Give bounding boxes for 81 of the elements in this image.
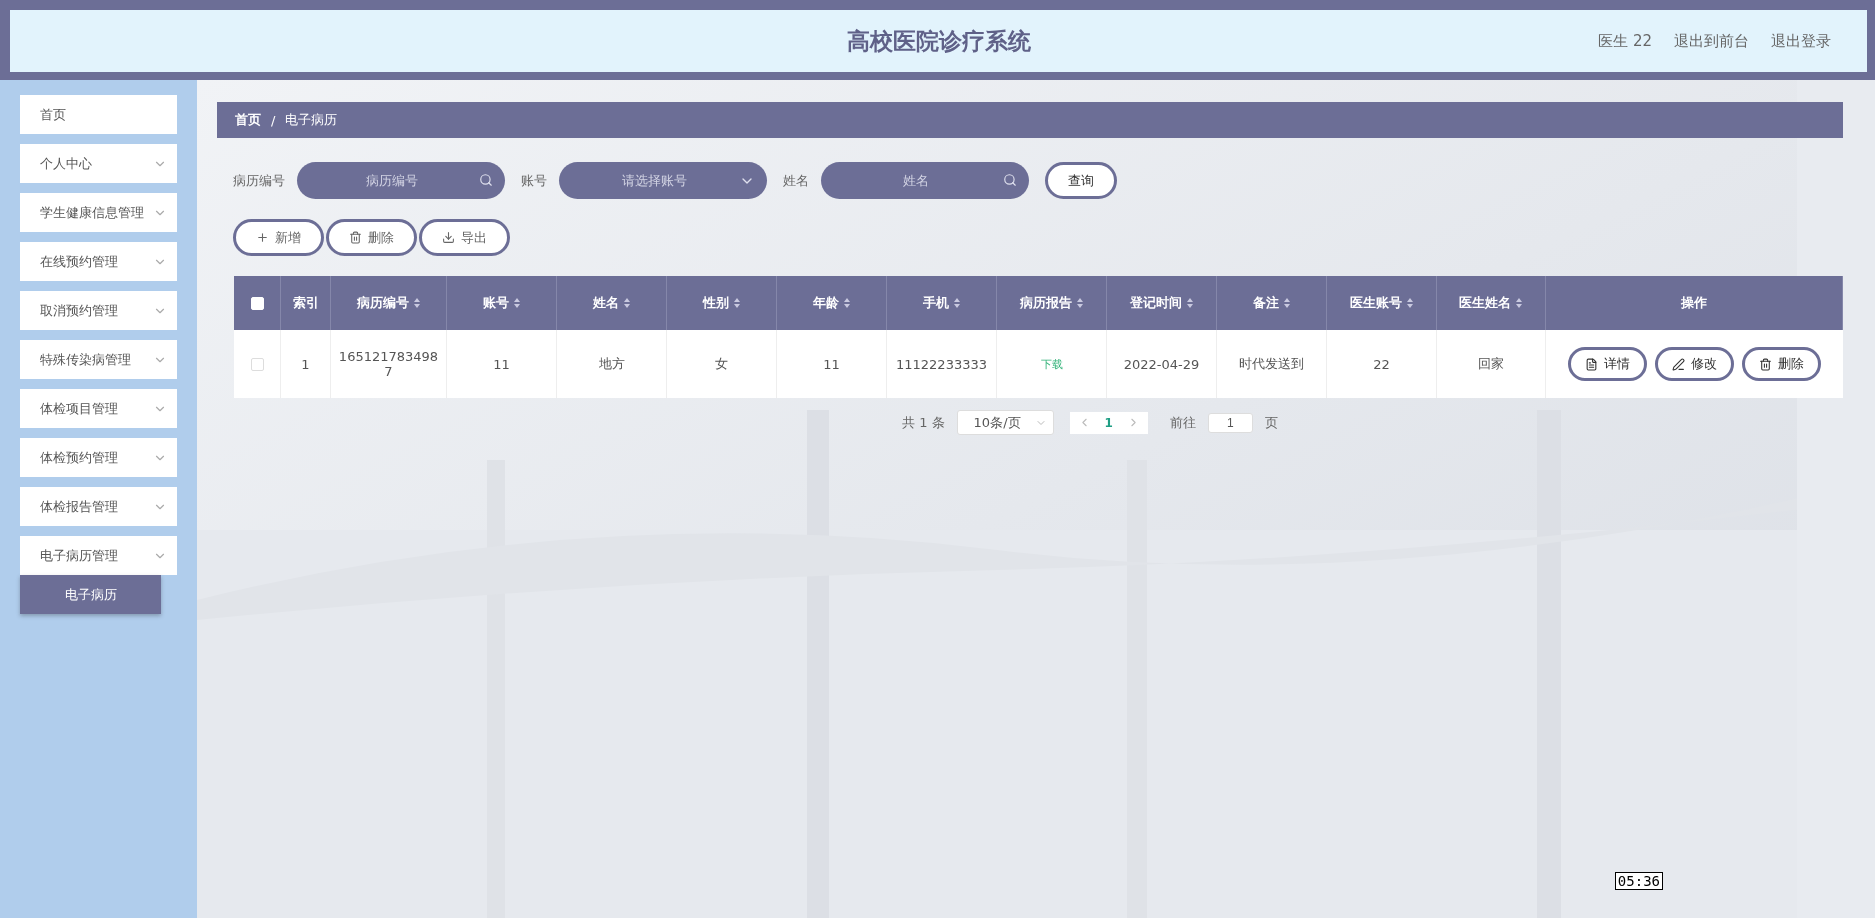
page-suffix: 页 [1264, 413, 1278, 432]
field-label: 账号 [521, 171, 547, 190]
plus-icon [256, 231, 269, 244]
column-header: 姓名 [592, 294, 619, 312]
sort-icon[interactable] [1075, 297, 1084, 309]
total-count: 共 1 条 [902, 413, 945, 432]
header-link[interactable]: 退出到前台 [1674, 31, 1749, 51]
select-field[interactable]: 请选择账号 [559, 162, 767, 199]
sort-icon[interactable] [842, 297, 851, 309]
sort-icon[interactable] [412, 297, 421, 309]
field-label: 姓名 [783, 171, 809, 190]
table-cell: 地方 [598, 355, 625, 373]
breadcrumb-item[interactable]: 电子病历 [285, 111, 338, 129]
column-header: 登记时间 [1129, 294, 1182, 312]
search-field[interactable]: 姓名 [821, 162, 1029, 199]
sort-icon[interactable] [512, 297, 521, 309]
time-tooltip: 05:36 [1614, 872, 1663, 890]
sort-icon[interactable] [732, 297, 741, 309]
column-header: 账号 [482, 294, 509, 312]
table-cell: 时代发送到 [1239, 355, 1304, 373]
sort-icon[interactable] [1185, 297, 1194, 309]
column-header: 医生账号 [1349, 294, 1402, 312]
delete-button[interactable]: 删除 [326, 219, 417, 256]
sort-icon[interactable] [952, 297, 961, 309]
sidebar-item[interactable]: 在线预约管理 [20, 242, 177, 281]
add-button[interactable]: 新增 [233, 219, 324, 256]
page-size-select[interactable]: 10条/页 [956, 410, 1054, 435]
column-header: 操作 [1681, 294, 1707, 312]
column-header: 备注 [1252, 294, 1279, 312]
select-all-checkbox[interactable] [250, 296, 264, 310]
user-name: 医生 22 [1598, 31, 1652, 51]
table-cell: 1651217834987 [337, 349, 440, 379]
sidebar-item[interactable]: 首页 [20, 95, 177, 134]
sort-icon[interactable] [1282, 297, 1291, 309]
table-cell: 11 [823, 356, 840, 372]
sidebar-item[interactable]: 体检预约管理 [20, 438, 177, 477]
table-cell: 11122233333 [896, 356, 987, 372]
column-header: 性别 [702, 294, 729, 312]
detail-button[interactable]: 详情 [1568, 347, 1647, 381]
sort-icon[interactable] [622, 297, 631, 309]
document-icon [1585, 357, 1598, 371]
sidebar-item[interactable]: 电子病历管理 [20, 536, 177, 575]
table-cell: 女 [715, 355, 728, 373]
field-label: 病历编号 [233, 171, 285, 190]
table-cell: 11 [493, 356, 510, 372]
table-cell: 22 [1373, 356, 1390, 372]
column-header: 病历编号 [356, 294, 409, 312]
trash-icon [1759, 357, 1772, 371]
column-header: 索引 [292, 294, 319, 312]
sort-icon[interactable] [1405, 297, 1414, 309]
goto-label: 前往 [1169, 413, 1196, 432]
pen-icon [1672, 357, 1685, 371]
query-button[interactable]: 查询 [1045, 162, 1117, 199]
sidebar-item[interactable]: 学生健康信息管理 [20, 193, 177, 232]
sidebar-item[interactable]: 取消预约管理 [20, 291, 177, 330]
row-checkbox[interactable] [250, 357, 264, 371]
sidebar-subitem[interactable]: 电子病历 [20, 575, 161, 614]
delete-button[interactable]: 删除 [1742, 347, 1821, 381]
column-header: 手机 [922, 294, 949, 312]
header-link[interactable]: 退出登录 [1771, 31, 1831, 51]
sidebar-item[interactable]: 体检报告管理 [20, 487, 177, 526]
column-header: 医生姓名 [1459, 294, 1511, 312]
breadcrumb-separator: / [271, 112, 276, 128]
sort-icon[interactable] [1515, 297, 1523, 309]
edit-button[interactable]: 修改 [1655, 347, 1734, 381]
trash-icon [349, 231, 362, 244]
search-icon [1003, 173, 1017, 187]
app-title: 高校医院诊疗系统 [846, 26, 1031, 56]
table-cell: 1 [301, 356, 310, 372]
column-header: 病历报告 [1019, 294, 1072, 312]
search-icon [479, 173, 493, 187]
export-button[interactable]: 导出 [419, 219, 510, 256]
sidebar-item[interactable]: 体检项目管理 [20, 389, 177, 428]
breadcrumb-item[interactable]: 首页 [235, 111, 261, 129]
table-cell: 回家 [1478, 355, 1504, 373]
sidebar-item[interactable]: 特殊传染病管理 [20, 340, 177, 379]
sidebar-item[interactable]: 个人中心 [20, 144, 177, 183]
table-cell: 2022-04-29 [1123, 356, 1200, 372]
column-header: 年龄 [812, 294, 839, 312]
download-icon [442, 231, 455, 244]
search-field[interactable]: 病历编号 [297, 162, 505, 199]
